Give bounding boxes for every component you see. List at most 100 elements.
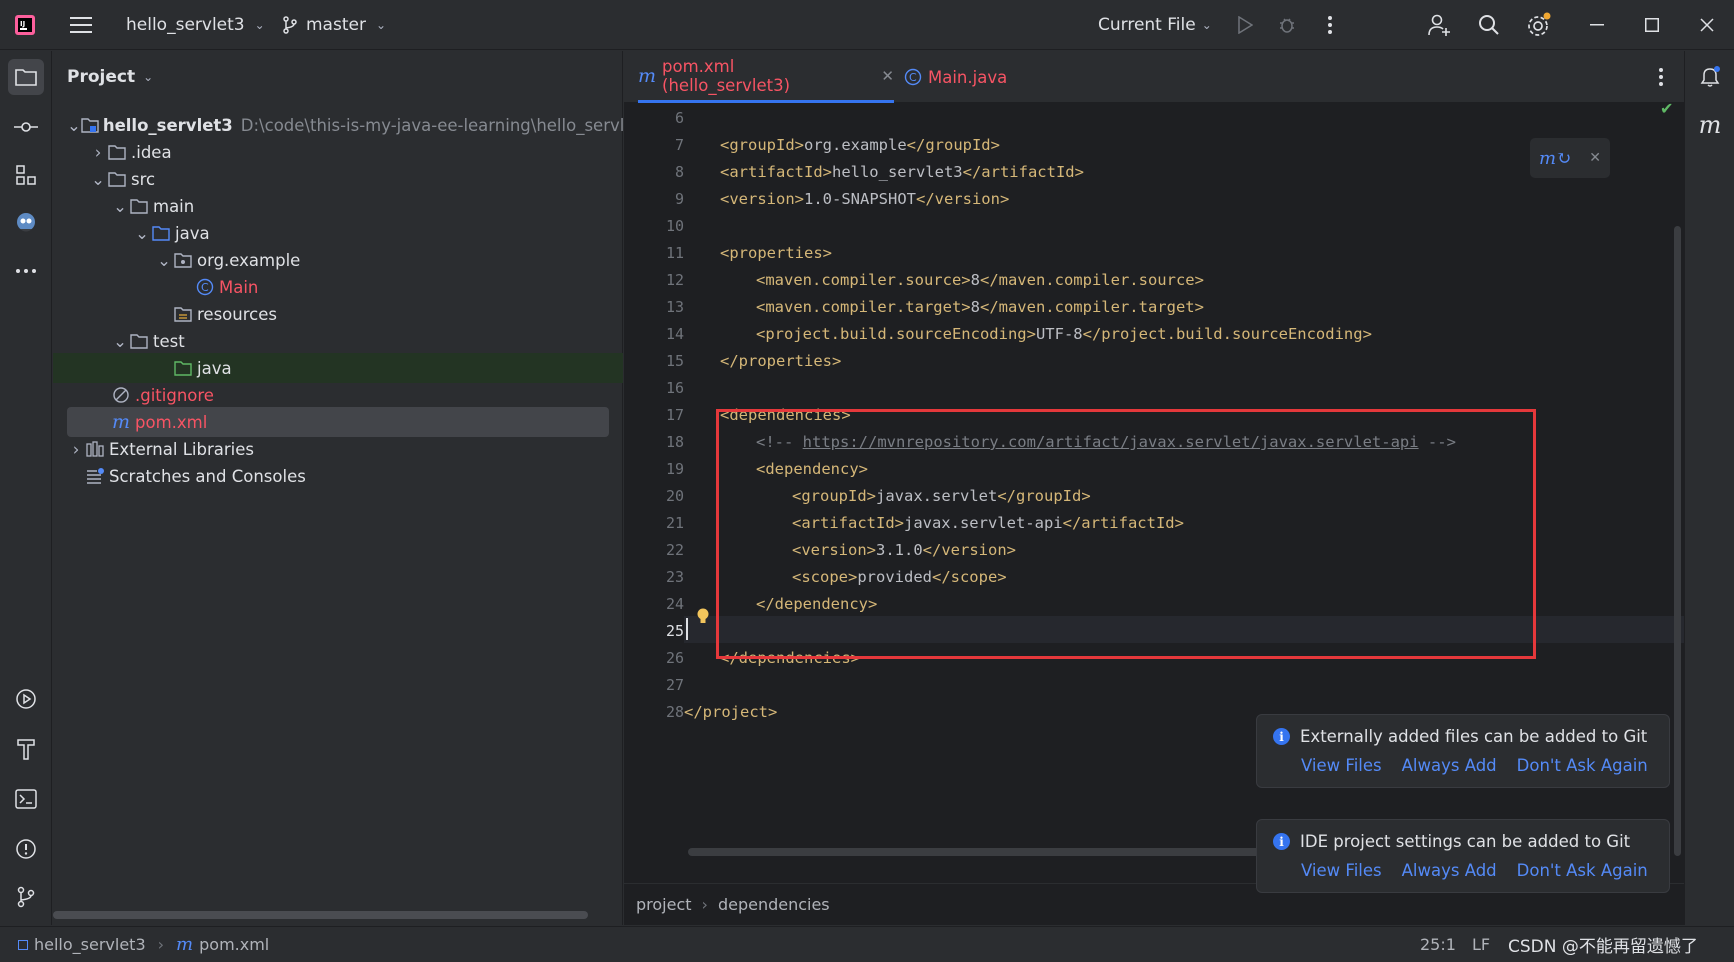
- tree-item-label: Main: [219, 277, 259, 297]
- xml-open-tag: <artifactId>: [720, 163, 832, 181]
- tree-item-label: Scratches and Consoles: [109, 466, 306, 486]
- dont-ask-again-link[interactable]: Don't Ask Again: [1517, 861, 1648, 880]
- tab-label: pom.xml (hello_servlet3): [662, 56, 791, 95]
- branch-icon: [283, 16, 297, 34]
- status-file[interactable]: pom.xml: [199, 935, 269, 954]
- tree-item-test[interactable]: ⌄ test: [53, 326, 623, 356]
- svg-text:IJ: IJ: [20, 20, 25, 28]
- line-number: 19: [665, 460, 684, 478]
- terminal-icon[interactable]: [8, 781, 44, 817]
- code-line: <groupId>org.example</groupId>: [720, 132, 1000, 159]
- notifications-bell-icon[interactable]: [1692, 59, 1728, 95]
- intention-bulb-icon[interactable]: [696, 607, 710, 629]
- maven-tool-icon[interactable]: m: [1692, 107, 1728, 143]
- xml-open-tag: <groupId>: [720, 136, 804, 154]
- view-files-link[interactable]: View Files: [1301, 861, 1382, 880]
- tree-item-main[interactable]: ⌄ main: [53, 191, 623, 221]
- search-icon[interactable]: [1474, 10, 1504, 40]
- tree-item-idea[interactable]: › .idea: [53, 137, 623, 167]
- tab-main-java[interactable]: C Main.java: [904, 51, 1007, 103]
- always-add-link[interactable]: Always Add: [1402, 756, 1497, 775]
- main-menu-icon[interactable]: [66, 10, 96, 40]
- watermark: CSDN @不能再留遗憾了: [1508, 937, 1698, 957]
- add-user-icon[interactable]: [1424, 10, 1454, 40]
- settings-icon[interactable]: [1524, 10, 1554, 40]
- chevron-down-icon: ⌄: [113, 331, 127, 351]
- branch-switcher[interactable]: master ⌄: [282, 0, 386, 50]
- view-files-link[interactable]: View Files: [1301, 756, 1382, 775]
- run-icon[interactable]: [1230, 10, 1260, 40]
- source-folder-icon: [151, 224, 171, 242]
- build-icon[interactable]: [8, 731, 44, 767]
- structure-icon[interactable]: [8, 157, 44, 193]
- tree-item-path: D:\code\this-is-my-java-ee-learning\hell…: [240, 115, 623, 135]
- line-ending[interactable]: LF: [1472, 935, 1490, 954]
- dont-ask-again-link[interactable]: Don't Ask Again: [1517, 756, 1648, 775]
- breadcrumb-item[interactable]: project: [636, 895, 692, 914]
- tree-item-gitignore[interactable]: .gitignore: [53, 380, 623, 410]
- maven-icon: m: [638, 64, 657, 87]
- text-cursor: [686, 618, 688, 640]
- caret-position[interactable]: 25:1: [1420, 935, 1456, 954]
- tree-item-scratches[interactable]: Scratches and Consoles: [53, 461, 623, 491]
- project-switcher[interactable]: hello_servlet3 ⌄: [126, 0, 265, 50]
- plugin-icon[interactable]: [8, 205, 44, 241]
- debug-icon[interactable]: [1272, 10, 1302, 40]
- intellij-logo-icon[interactable]: IJ: [10, 10, 40, 40]
- close-icon[interactable]: ✕: [1589, 150, 1601, 166]
- close-window-icon[interactable]: [1692, 10, 1722, 40]
- git-icon[interactable]: [8, 879, 44, 915]
- project-panel-header[interactable]: Project ⌄: [53, 51, 622, 103]
- xml-open-tag: <version>: [720, 190, 804, 208]
- tab-pom-xml[interactable]: m pom.xml (hello_servlet3) ✕: [638, 51, 894, 103]
- chevron-down-icon: ⌄: [143, 70, 154, 84]
- line-number: 6: [674, 109, 684, 127]
- tree-item-label: .idea: [131, 142, 172, 162]
- module-folder-icon: [81, 116, 99, 134]
- tab-label: Main.java: [928, 67, 1008, 87]
- tree-item-pom[interactable]: m pom.xml: [67, 407, 609, 437]
- horizontal-scrollbar[interactable]: [53, 911, 588, 919]
- maven-icon: m: [176, 934, 194, 955]
- editor-horizontal-scrollbar[interactable]: [688, 848, 1288, 856]
- close-tab-icon[interactable]: ✕: [881, 67, 894, 85]
- tree-item-src[interactable]: ⌄ src: [53, 164, 623, 194]
- commit-icon[interactable]: [8, 109, 44, 145]
- tree-item-main-class[interactable]: C Main: [53, 272, 623, 302]
- more-actions-icon[interactable]: [1315, 10, 1345, 40]
- more-tools-icon[interactable]: [8, 253, 44, 289]
- project-tool-icon[interactable]: [8, 59, 44, 95]
- tree-item-label: hello_servlet3: [102, 115, 233, 135]
- code-line: <maven.compiler.target>8</maven.compiler…: [756, 294, 1204, 321]
- tree-item-java-main[interactable]: ⌄ java: [53, 218, 623, 248]
- breadcrumb-item[interactable]: dependencies: [718, 895, 830, 914]
- code-line: <version>1.0-SNAPSHOT</version>: [720, 186, 1009, 213]
- folder-icon: [129, 197, 149, 215]
- tree-item-external-libraries[interactable]: › External Libraries: [53, 434, 623, 464]
- status-project[interactable]: hello_servlet3: [34, 935, 146, 954]
- line-number: 10: [665, 217, 684, 235]
- maximize-icon[interactable]: [1637, 10, 1667, 40]
- tree-item-root[interactable]: ⌄ hello_servlet3 D:\code\this-is-my-java…: [53, 110, 623, 140]
- libraries-icon: [85, 440, 105, 458]
- run-config-selector[interactable]: Current File ⌄: [1098, 0, 1212, 50]
- line-number: 22: [665, 541, 684, 559]
- line-number: 12: [665, 271, 684, 289]
- tree-item-package[interactable]: ⌄ org.example: [53, 245, 623, 275]
- chevron-down-icon: ⌄: [91, 169, 105, 189]
- vertical-scrollbar[interactable]: [1674, 226, 1681, 856]
- problems-icon[interactable]: [8, 831, 44, 867]
- minimize-icon[interactable]: [1582, 10, 1612, 40]
- right-tool-strip: m: [1684, 51, 1734, 925]
- tree-item-resources[interactable]: resources: [53, 299, 623, 329]
- maven-reload-icon[interactable]: m↻: [1539, 148, 1571, 169]
- xml-value: 1.0-SNAPSHOT: [804, 190, 916, 208]
- always-add-link[interactable]: Always Add: [1402, 861, 1497, 880]
- xml-open-tag: <project.build.sourceEncoding>: [756, 325, 1036, 343]
- class-icon: C: [904, 68, 922, 86]
- ignored-file-icon: [111, 386, 131, 404]
- tree-item-java-test[interactable]: java: [53, 353, 623, 383]
- run-tool-icon[interactable]: [8, 681, 44, 717]
- tab-options-icon[interactable]: [1658, 67, 1664, 91]
- xml-value: hello_servlet3: [831, 163, 963, 181]
